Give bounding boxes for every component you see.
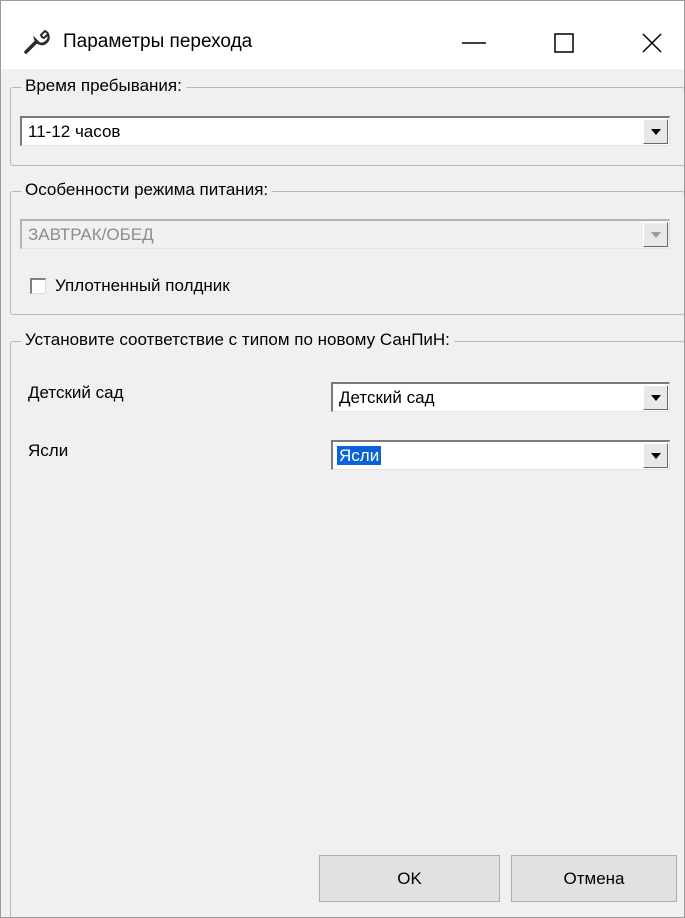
chevron-down-icon[interactable]	[643, 385, 668, 410]
cancel-button[interactable]: Отмена	[511, 855, 677, 902]
chevron-down-icon	[643, 222, 668, 247]
maximize-icon	[554, 33, 574, 53]
kindergarten-label: Детский сад	[28, 383, 124, 402]
wrench-icon	[23, 27, 51, 55]
window-title: Параметры перехода	[63, 31, 253, 52]
close-icon	[642, 33, 662, 53]
chevron-down-icon[interactable]	[643, 443, 668, 468]
kindergarten-value: Детский сад	[339, 388, 435, 407]
minimize-button[interactable]	[442, 15, 506, 69]
nursery-label: Ясли	[28, 441, 69, 460]
nursery-value: Ясли	[337, 446, 382, 465]
dense-snack-checkbox[interactable]	[30, 278, 46, 294]
nursery-combo[interactable]: Ясли	[331, 440, 670, 470]
sanpin-mapping-legend: Установите соответствие с типом по новом…	[21, 330, 454, 350]
stay-time-combo[interactable]: 11-12 часов	[20, 116, 670, 146]
close-button[interactable]	[620, 15, 684, 69]
meal-mode-combo: ЗАВТРАК/ОБЕД	[20, 219, 670, 249]
dialog-window: Параметры перехода Время пребывания: 11-…	[0, 0, 685, 918]
stay-time-group: Время пребывания: 11-12 часов	[10, 76, 684, 166]
kindergarten-combo[interactable]: Детский сад	[331, 382, 670, 412]
dense-snack-label[interactable]: Уплотненный полдник	[55, 276, 230, 296]
nursery-value-wrap: Ясли	[337, 446, 382, 466]
stay-time-legend: Время пребывания:	[21, 76, 186, 96]
title-bar[interactable]: Параметры перехода	[1, 1, 684, 69]
stay-time-value: 11-12 часов	[28, 122, 121, 141]
meal-mode-group: Особенности режима питания: ЗАВТРАК/ОБЕД…	[10, 180, 684, 315]
minimize-icon	[462, 42, 486, 44]
chevron-down-icon[interactable]	[643, 119, 668, 144]
sanpin-mapping-group: Установите соответствие с типом по новом…	[10, 330, 684, 917]
maximize-button[interactable]	[532, 15, 596, 69]
meal-mode-value: ЗАВТРАК/ОБЕД	[28, 225, 154, 244]
meal-mode-legend: Особенности режима питания:	[21, 180, 273, 200]
ok-button[interactable]: OK	[319, 855, 500, 902]
